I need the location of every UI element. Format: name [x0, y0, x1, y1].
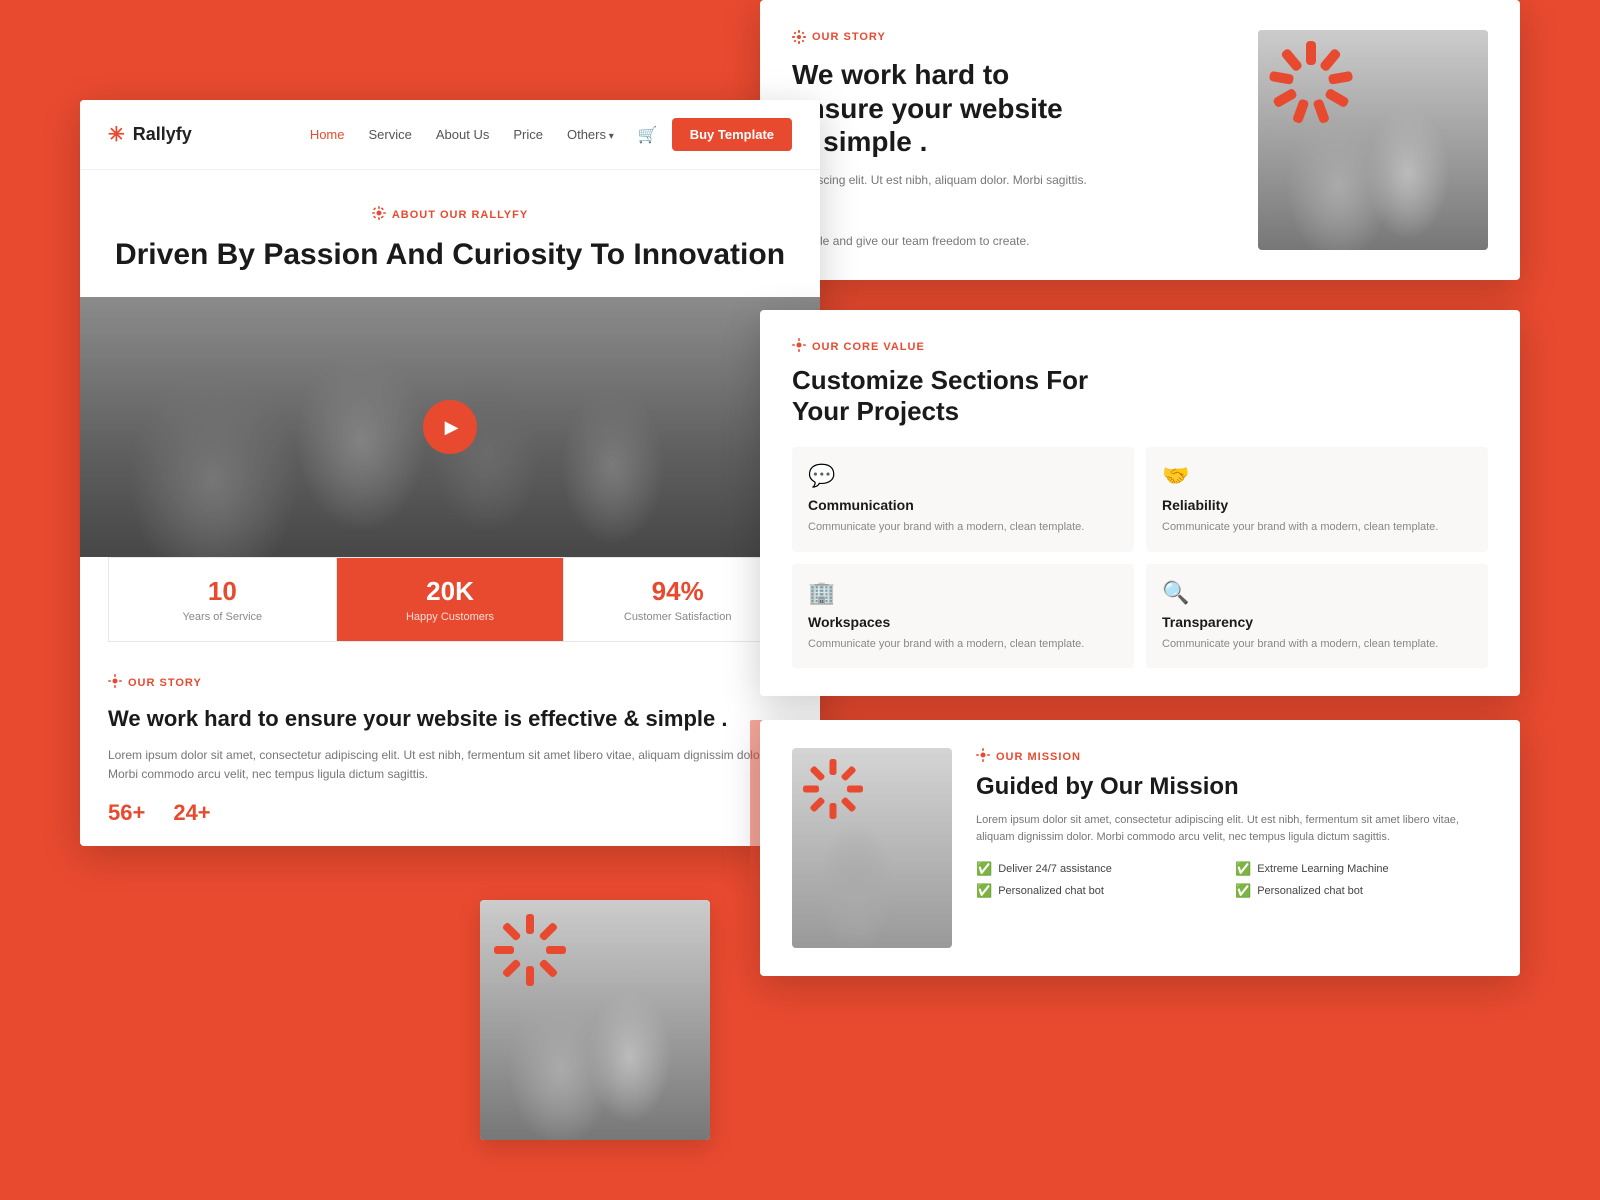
play-button[interactable] [423, 400, 477, 454]
nav-links: Home Service About Us Price Others [310, 127, 614, 142]
stats-bar: 10 Years of Service 20K Happy Customers … [108, 557, 792, 642]
logo: ✳ Rallyfy [108, 122, 192, 147]
communication-desc: Communicate your brand with a modern, cl… [808, 519, 1118, 536]
core-value-label: OUR CORE VALUE [792, 338, 1488, 355]
reliability-name: Reliability [1162, 497, 1472, 513]
stat-customers: 20K Happy Customers [337, 558, 565, 641]
workspaces-icon: 🏢 [808, 580, 1118, 606]
mission-heading: Guided by Our Mission [976, 773, 1488, 802]
story-stat-desc: flexible and give our team freedom to cr… [792, 234, 1234, 248]
value-transparency: 🔍 Transparency Communicate your brand wi… [1146, 564, 1488, 669]
section-icon [792, 30, 806, 44]
mission-img-bg [792, 748, 952, 948]
story-label: OUR STORY [792, 30, 1234, 44]
mission-card: OUR MISSION Guided by Our Mission Lorem … [760, 720, 1520, 976]
story-image-bg [1258, 30, 1488, 250]
values-grid: 💬 Communication Communicate your brand w… [792, 447, 1488, 668]
story-stat-1: 56+ [108, 800, 145, 826]
logo-icon: ✳ [108, 122, 125, 147]
stat-customers-value: 20K [347, 576, 554, 607]
mission-image [792, 748, 952, 948]
story-body-text: adipiscing elit. Ut est nibh, aliquam do… [792, 171, 1234, 190]
nav-home[interactable]: Home [310, 127, 345, 142]
reliability-desc: Communicate your brand with a modern, cl… [1162, 519, 1472, 536]
core-value-title: Customize Sections ForYour Projects [792, 365, 1488, 427]
value-workspaces: 🏢 Workspaces Communicate your brand with… [792, 564, 1134, 669]
check-icon-2: ✅ [1235, 861, 1251, 877]
mission-content: OUR MISSION Guided by Our Mission Lorem … [976, 748, 1488, 948]
stat-customers-label: Happy Customers [347, 611, 554, 623]
mission-label-icon [976, 748, 990, 765]
mission-item-1: ✅ Deliver 24/7 assistance [976, 861, 1229, 877]
story-stat-2: 24+ [173, 800, 210, 826]
communication-name: Communication [808, 497, 1118, 513]
brand-name: Rallyfy [133, 124, 192, 145]
story-section-label: OUR STORY [108, 674, 792, 691]
story-label-icon [108, 674, 122, 691]
story-image-card [480, 900, 710, 1140]
main-card: ✳ Rallyfy Home Service About Us Price Ot… [80, 100, 820, 846]
stat-satisfaction: 94% Customer Satisfaction [564, 558, 791, 641]
story-body: Lorem ipsum dolor sit amet, consectetur … [108, 746, 792, 784]
vision-section-label: OUR VISION [1425, 1172, 1520, 1186]
hero-title: Driven By Passion And Curiosity To Innov… [108, 237, 792, 273]
stat-years-value: 10 [119, 576, 326, 607]
mission-item-4: ✅ Personalized chat bot [1235, 883, 1488, 899]
transparency-icon: 🔍 [1162, 580, 1472, 606]
mission-list: ✅ Deliver 24/7 assistance ✅ Extreme Lear… [976, 861, 1488, 899]
mission-item-3: ✅ Personalized chat bot [976, 883, 1229, 899]
hero-section: ABOUT OUR RALLYFY Driven By Passion And … [80, 170, 820, 273]
story-heading: We work hard to ensure your website is e… [108, 705, 792, 734]
value-communication: 💬 Communication Communicate your brand w… [792, 447, 1134, 552]
story-stat: + [792, 204, 1234, 230]
check-icon-3: ✅ [976, 883, 992, 899]
stat-years: 10 Years of Service [109, 558, 337, 641]
transparency-name: Transparency [1162, 614, 1472, 630]
check-icon-1: ✅ [976, 861, 992, 877]
stat-years-label: Years of Service [119, 611, 326, 623]
mission-label: OUR MISSION [976, 748, 1488, 765]
value-reliability: 🤝 Reliability Communicate your brand wit… [1146, 447, 1488, 552]
our-story-card: OUR STORY We work hard toensure your web… [760, 0, 1520, 280]
transparency-desc: Communicate your brand with a modern, cl… [1162, 636, 1472, 653]
hero-label-text: ABOUT OUR RALLYFY [392, 209, 528, 221]
story-sunburst [490, 910, 570, 990]
story-image-people [480, 900, 710, 1140]
stat-satisfaction-label: Customer Satisfaction [574, 611, 781, 623]
core-value-card: OUR CORE VALUE Customize Sections ForYou… [760, 310, 1520, 696]
story-heading: We work hard toensure your websiteis sim… [792, 58, 1234, 159]
check-icon-4: ✅ [1235, 883, 1251, 899]
nav-price[interactable]: Price [513, 127, 543, 142]
video-bg [80, 297, 820, 557]
story-image [1258, 30, 1488, 250]
nav-others[interactable]: Others [567, 127, 614, 142]
story-content: OUR STORY We work hard toensure your web… [792, 30, 1234, 254]
workspaces-desc: Communicate your brand with a modern, cl… [808, 636, 1118, 653]
hero-label-icon [372, 206, 386, 223]
navbar: ✳ Rallyfy Home Service About Us Price Ot… [80, 100, 820, 170]
nav-service[interactable]: Service [369, 127, 412, 142]
hero-label: ABOUT OUR RALLYFY [108, 206, 792, 223]
communication-icon: 💬 [808, 463, 1118, 489]
story-section: OUR STORY We work hard to ensure your we… [80, 642, 820, 846]
reliability-icon: 🤝 [1162, 463, 1472, 489]
buy-template-button[interactable]: Buy Template [672, 118, 792, 151]
mission-sunburst [798, 754, 868, 824]
stat-satisfaction-value: 94% [574, 576, 781, 607]
mission-body: Lorem ipsum dolor sit amet, consectetur … [976, 812, 1488, 847]
story-stats: 56+ 24+ [108, 800, 792, 826]
mission-item-2: ✅ Extreme Learning Machine [1235, 861, 1488, 877]
video-container[interactable] [80, 297, 820, 557]
cart-icon[interactable]: 🛒 [638, 125, 658, 145]
sunburst-decoration [1266, 38, 1356, 128]
core-label-icon [792, 338, 806, 355]
nav-about[interactable]: About Us [436, 127, 489, 142]
workspaces-name: Workspaces [808, 614, 1118, 630]
